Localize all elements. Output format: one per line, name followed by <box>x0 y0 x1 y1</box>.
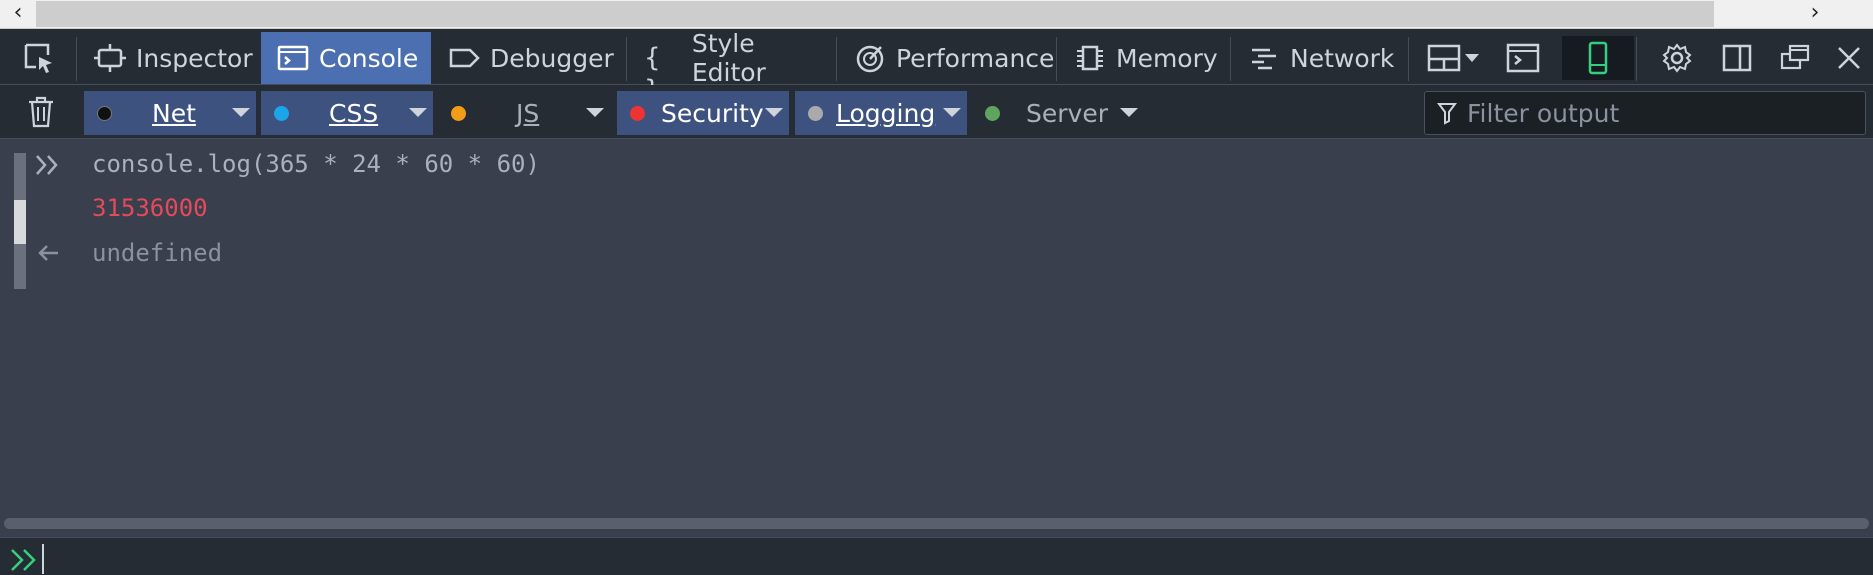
element-picker-icon <box>24 43 52 73</box>
split-console-button[interactable] <box>1500 35 1546 81</box>
filter-logging-button[interactable]: Logging <box>795 91 967 135</box>
scrollbar-thumb[interactable] <box>36 1 1714 27</box>
chevron-down-icon[interactable] <box>1120 108 1138 117</box>
console-input-message: console.log(365 * 24 * 60 * 60) <box>92 150 540 178</box>
security-dot <box>630 106 645 121</box>
filter-output-field[interactable] <box>1424 91 1866 135</box>
layout-icon <box>1427 44 1479 72</box>
tab-style-editor[interactable]: { } Style Editor <box>628 29 836 105</box>
scroll-left-arrow[interactable]: ‹ <box>0 0 36 29</box>
clear-console-button[interactable] <box>18 89 64 135</box>
performance-icon <box>856 45 884 73</box>
gear-icon <box>1662 43 1692 73</box>
undock-window-icon <box>1780 44 1810 70</box>
close-devtools-button[interactable] <box>1826 35 1872 81</box>
undock-window-button[interactable] <box>1772 35 1818 81</box>
filter-label: Logging <box>836 98 936 128</box>
responsive-design-button[interactable] <box>1562 36 1634 80</box>
filter-css-button[interactable]: CSS <box>261 91 433 135</box>
chevron-down-icon[interactable] <box>586 108 604 117</box>
css-dot <box>274 106 289 121</box>
filter-js-button[interactable]: JS <box>438 91 610 135</box>
tab-inspector[interactable]: Inspector <box>78 32 260 84</box>
console-filter-bar: Net CSS JS Security Logging Server <box>0 85 1873 139</box>
message-gutter <box>14 153 26 289</box>
js-input-line[interactable] <box>0 537 1873 575</box>
js-input-field[interactable] <box>46 542 1846 574</box>
debugger-icon <box>449 48 480 68</box>
dock-side-icon <box>1722 44 1752 72</box>
input-prompt-icon <box>36 155 58 175</box>
tab-label: Console <box>319 43 419 73</box>
tab-label: Performance <box>896 43 1055 73</box>
tab-label: Memory <box>1116 43 1218 73</box>
tab-performance[interactable]: Performance <box>838 32 1056 84</box>
close-icon <box>1838 47 1860 69</box>
prompt-icon <box>11 549 36 571</box>
network-icon <box>1252 48 1276 70</box>
result-arrow-icon <box>38 245 58 261</box>
filter-label: Security <box>661 98 764 128</box>
output-scrollbar[interactable] <box>4 518 1869 529</box>
split-console-icon <box>1506 43 1540 73</box>
net-dot <box>97 106 112 121</box>
logging-dot <box>808 106 823 121</box>
filter-label: JS <box>516 98 540 128</box>
js-dot <box>451 106 466 121</box>
filter-icon <box>1437 103 1457 125</box>
chevron-down-icon[interactable] <box>232 108 250 117</box>
dock-side-button[interactable] <box>1714 35 1760 81</box>
server-dot <box>985 106 1000 121</box>
tab-debugger[interactable]: Debugger <box>432 32 626 84</box>
inspector-icon <box>94 44 126 72</box>
devtools-toolbar: Inspector Console Debugger { } Style Edi… <box>0 29 1873 105</box>
scroll-right-arrow[interactable]: › <box>1797 0 1833 29</box>
layout-menu-button[interactable] <box>1424 35 1484 81</box>
tab-label: Debugger <box>490 43 614 73</box>
trash-icon <box>29 96 53 128</box>
settings-button[interactable] <box>1654 35 1700 81</box>
filter-label: Server <box>1026 98 1108 128</box>
horizontal-scrollbar[interactable]: ‹ › <box>0 0 1873 29</box>
chevron-down-icon[interactable] <box>765 108 783 117</box>
console-output: console.log(365 * 24 * 60 * 60) 31536000… <box>0 139 1873 529</box>
tab-memory[interactable]: Memory <box>1058 32 1240 84</box>
console-log-message: 31536000 <box>92 194 208 222</box>
filter-net-button[interactable]: Net <box>84 91 256 135</box>
filter-output-input[interactable] <box>1465 97 1845 129</box>
tab-console[interactable]: Console <box>261 32 431 84</box>
filter-security-button[interactable]: Security <box>617 91 789 135</box>
gutter-highlight <box>14 200 26 244</box>
console-icon <box>277 45 309 71</box>
text-caret <box>42 544 44 574</box>
tab-label: Inspector <box>136 43 253 73</box>
filter-label: CSS <box>329 98 379 128</box>
responsive-design-icon <box>1588 41 1608 75</box>
filter-server-button[interactable]: Server <box>972 91 1144 135</box>
chevron-down-icon[interactable] <box>943 108 961 117</box>
tab-label: Network <box>1290 43 1395 73</box>
tab-network[interactable]: Network <box>1232 32 1406 84</box>
tab-label: Style Editor <box>691 29 766 87</box>
chevron-down-icon[interactable] <box>409 108 427 117</box>
element-picker-button[interactable] <box>16 35 62 81</box>
console-result-message: undefined <box>92 239 223 267</box>
filter-label: Net <box>152 98 196 128</box>
style-editor-icon: { } <box>644 43 661 105</box>
memory-icon <box>1077 45 1103 71</box>
